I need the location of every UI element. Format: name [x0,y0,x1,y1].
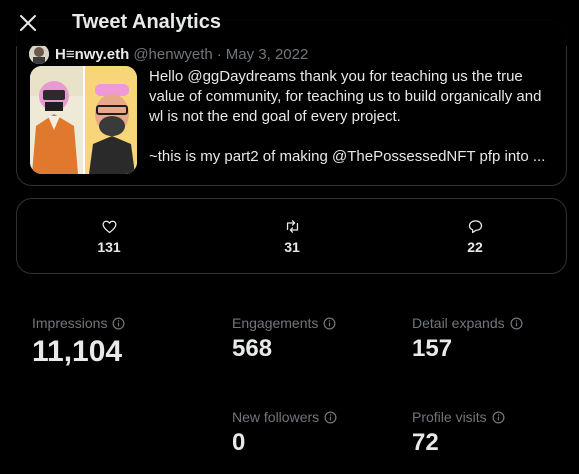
close-icon [20,15,36,31]
info-icon[interactable] [492,411,505,424]
info-icon[interactable] [323,317,336,330]
info-icon[interactable] [324,411,337,424]
tweet-paragraph-1: Hello @ggDaydreams thank you for teachin… [149,68,542,125]
metric-engagements: Engagements 568 [232,315,336,363]
reply-count: 22 [467,239,483,255]
metric-label: Impressions [32,315,108,331]
retweet-count: 31 [284,239,300,255]
metric-label: Profile visits [412,409,487,425]
metric-detail-expands: Detail expands 157 [412,315,523,363]
metric-new-followers: New followers 0 [232,409,337,457]
close-button[interactable] [14,9,42,37]
heart-icon [101,220,117,234]
metric-value: 11,104 [32,335,123,368]
tweet-analytics-page: H≡nwy.eth @henwyeth · May 3, 2022 Hello … [0,0,579,474]
page-title: Tweet Analytics [72,11,221,33]
tweet-text[interactable]: Hello @ggDaydreams thank you for teachin… [149,67,559,185]
metric-profile-visits: Profile visits 72 [412,409,505,457]
metric-impressions: Impressions 11,104 [32,315,125,369]
engagement-actions: 131 31 22 [16,198,567,274]
author-handle[interactable]: @henwyeth [133,46,212,63]
info-icon[interactable] [112,317,125,330]
retweet-action[interactable]: 31 [262,199,322,275]
modal-header: Tweet Analytics [0,0,579,46]
author-avatar[interactable] [29,44,49,64]
info-icon[interactable] [510,317,523,330]
reply-icon [468,220,482,234]
metric-label: Detail expands [412,315,505,331]
author-name[interactable]: H≡nwy.eth [55,46,129,63]
metric-value: 157 [412,335,453,362]
metric-value: 568 [232,335,273,362]
metric-value: 72 [412,429,439,456]
media-image-right[interactable] [83,66,137,174]
metric-value: 0 [232,429,246,456]
metric-label: New followers [232,409,320,425]
retweet-icon [286,220,298,233]
like-action[interactable]: 131 [79,199,139,275]
tweet-paragraph-2: ~this is my part2 of making @ThePossesse… [149,148,546,165]
tweet-meta: H≡nwy.eth @henwyeth · May 3, 2022 [29,44,308,64]
tweet-media[interactable] [30,66,137,174]
media-image-left[interactable] [30,66,83,174]
like-count: 131 [97,239,121,255]
metric-label: Engagements [232,315,319,331]
meta-separator: · [216,45,222,63]
tweet-date[interactable]: May 3, 2022 [226,46,309,63]
reply-action[interactable]: 22 [445,199,505,275]
